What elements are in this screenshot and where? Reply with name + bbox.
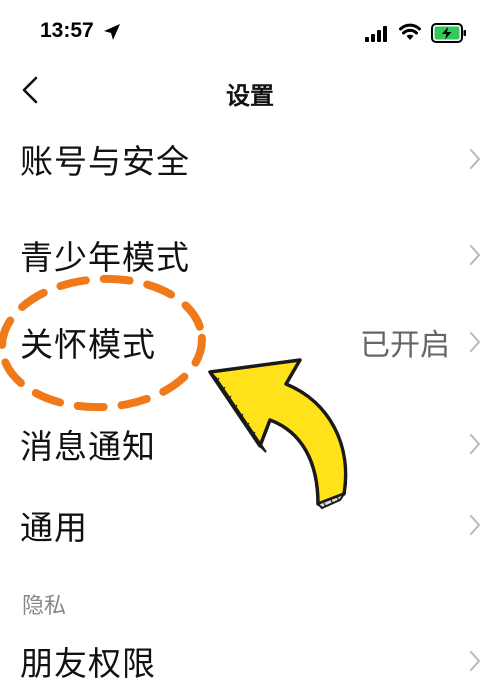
navigation-bar: 设置 (0, 62, 500, 120)
chevron-right-icon (470, 651, 480, 671)
cellular-signal-icon (365, 26, 387, 42)
location-arrow-icon (104, 24, 120, 40)
status-bar: 13:57 (0, 0, 500, 62)
settings-item-label: 通用 (20, 508, 88, 547)
chevron-right-icon (470, 149, 480, 169)
settings-item-friend-permissions[interactable]: 朋友权限 (0, 624, 500, 698)
settings-item-label: 消息通知 (20, 427, 156, 466)
chevron-right-icon (470, 515, 480, 535)
chevron-right-icon (470, 332, 480, 352)
settings-item-notifications[interactable]: 消息通知 (0, 407, 500, 481)
settings-item-label: 关怀模式 (20, 325, 156, 364)
settings-item-care-mode[interactable]: 关怀模式 已开启 (0, 305, 500, 379)
settings-item-general[interactable]: 通用 (0, 488, 500, 562)
section-header-privacy: 隐私 (22, 594, 67, 619)
settings-item-label: 青少年模式 (20, 238, 190, 277)
chevron-right-icon (470, 245, 480, 265)
care-mode-status: 已开启 (360, 328, 450, 363)
wifi-icon (399, 23, 421, 40)
settings-item-account-security[interactable]: 账号与安全 (0, 122, 500, 196)
settings-item-label: 账号与安全 (20, 142, 190, 181)
settings-item-teen-mode[interactable]: 青少年模式 (0, 218, 500, 292)
status-time: 13:57 (40, 19, 94, 42)
battery-charging-icon (431, 23, 466, 43)
page-title: 设置 (226, 82, 274, 110)
settings-item-label: 朋友权限 (20, 644, 156, 683)
chevron-right-icon (470, 434, 480, 454)
